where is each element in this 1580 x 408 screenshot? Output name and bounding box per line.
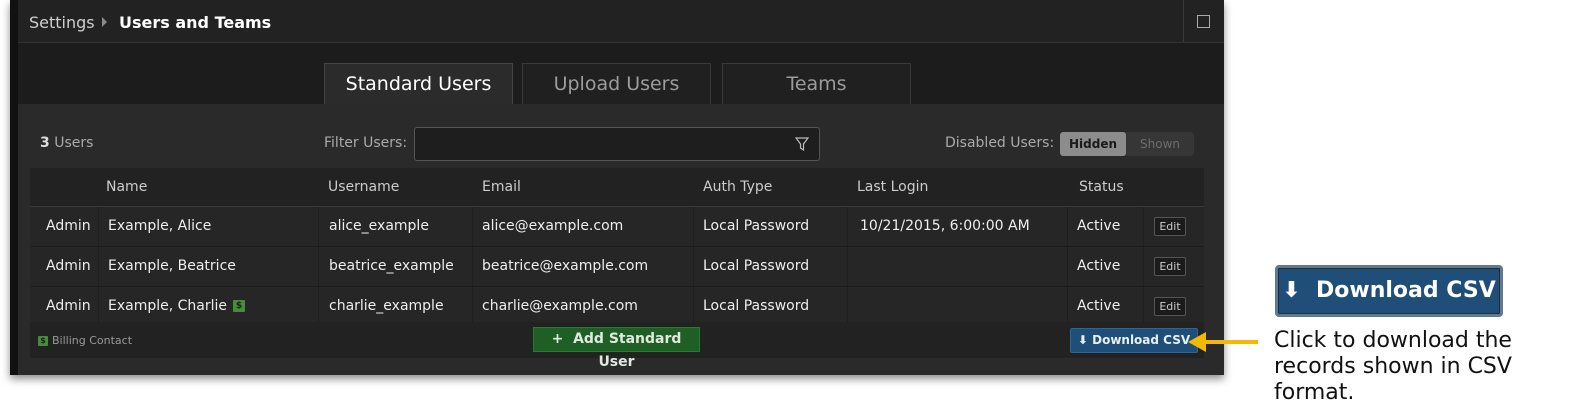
top-bar: Settings Users and Teams — [18, 0, 1224, 43]
filter-label: Filter Users: — [324, 135, 408, 151]
toggle-hidden-option[interactable]: Hidden — [1060, 132, 1126, 156]
app-window: Settings Users and Teams Standard Users … — [10, 0, 1224, 375]
breadcrumb-chevron-icon — [102, 17, 107, 27]
users-panel: 3 Users Filter Users: Disabled Users: Hi… — [18, 104, 1224, 375]
billing-legend: $ Billing Contact — [38, 334, 132, 347]
add-standard-user-button[interactable]: + Add Standard User — [533, 327, 700, 370]
plus-icon: + — [551, 331, 564, 347]
expand-icon — [1197, 15, 1210, 28]
edit-button[interactable]: Edit — [1154, 297, 1186, 316]
cell-role: Admin — [46, 298, 91, 314]
download-csv-label: Download CSV — [1092, 333, 1191, 347]
cell-name-text: Example, Charlie — [108, 298, 228, 314]
cell-email: alice@example.com — [482, 218, 624, 234]
add-standard-user-label: Add Standard User — [573, 331, 682, 370]
user-count: 3 Users — [40, 135, 93, 151]
callout-text: Click to download the records shown in C… — [1274, 328, 1512, 405]
filter-icon — [795, 137, 809, 151]
tab-standard-users[interactable]: Standard Users — [324, 63, 513, 105]
user-count-number: 3 — [40, 135, 50, 151]
cell-status: Active — [1077, 218, 1121, 234]
users-table: Name Username Email Auth Type Last Login… — [30, 168, 1204, 327]
edit-button[interactable]: Edit — [1154, 257, 1186, 276]
billing-contact-icon: $ — [38, 336, 48, 346]
callout-download-csv-label: Download CSV — [1316, 278, 1496, 303]
cell-name: Example, Alice — [108, 218, 212, 234]
download-icon: ⬇ — [1282, 278, 1301, 303]
tab-bar: Standard Users Upload Users Teams — [18, 43, 1224, 105]
cell-email: charlie@example.com — [482, 298, 638, 314]
column-header-status[interactable]: Status — [1079, 179, 1124, 195]
tab-upload-users[interactable]: Upload Users — [522, 63, 711, 105]
column-header-name[interactable]: Name — [106, 179, 147, 195]
cell-auth-type: Local Password — [703, 218, 810, 234]
cell-last-login: 10/21/2015, 6:00:00 AM — [860, 218, 1030, 234]
table-header: Name Username Email Auth Type Last Login… — [30, 168, 1204, 207]
cell-status: Active — [1077, 258, 1121, 274]
filter-users-input[interactable] — [414, 127, 820, 161]
download-icon: ⬇ — [1077, 333, 1088, 347]
edit-button[interactable]: Edit — [1154, 217, 1186, 236]
column-header-last-login[interactable]: Last Login — [857, 179, 928, 195]
breadcrumb-current: Users and Teams — [119, 13, 272, 32]
cell-username: beatrice_example — [329, 258, 454, 274]
cell-auth-type: Local Password — [703, 258, 810, 274]
table-row[interactable]: Admin Example, Beatrice beatrice_example… — [30, 247, 1204, 287]
disabled-users-toggle[interactable]: Hidden Shown — [1060, 132, 1194, 156]
cell-name: Example, Charlie $ — [108, 298, 246, 314]
table-footer: $ Billing Contact + Add Standard User ⬇ D… — [30, 322, 1204, 370]
table-row[interactable]: Admin Example, Alice alice_example alice… — [30, 207, 1204, 247]
cell-role: Admin — [46, 258, 91, 274]
toggle-shown-option[interactable]: Shown — [1126, 132, 1194, 156]
tab-teams[interactable]: Teams — [722, 63, 911, 105]
cell-email: beatrice@example.com — [482, 258, 649, 274]
user-count-label: Users — [54, 135, 94, 151]
download-csv-button[interactable]: ⬇ Download CSV — [1070, 328, 1198, 353]
callout-download-csv-button: ⬇ Download CSV — [1275, 265, 1503, 317]
expand-button[interactable] — [1183, 0, 1224, 42]
billing-legend-label: Billing Contact — [52, 334, 133, 347]
column-header-email[interactable]: Email — [482, 179, 521, 195]
cell-username: charlie_example — [329, 298, 444, 314]
column-header-auth-type[interactable]: Auth Type — [703, 179, 772, 195]
table-row[interactable]: Admin Example, Charlie $ charlie_example … — [30, 287, 1204, 327]
billing-contact-icon: $ — [233, 300, 246, 312]
column-header-username[interactable]: Username — [328, 179, 399, 195]
cell-status: Active — [1077, 298, 1121, 314]
breadcrumb-settings-link[interactable]: Settings — [29, 13, 95, 32]
disabled-users-label: Disabled Users: — [945, 135, 1055, 151]
callout-arrow-icon — [1188, 332, 1258, 352]
cell-role: Admin — [46, 218, 91, 234]
cell-auth-type: Local Password — [703, 298, 810, 314]
cell-username: alice_example — [329, 218, 429, 234]
cell-name: Example, Beatrice — [108, 258, 236, 274]
